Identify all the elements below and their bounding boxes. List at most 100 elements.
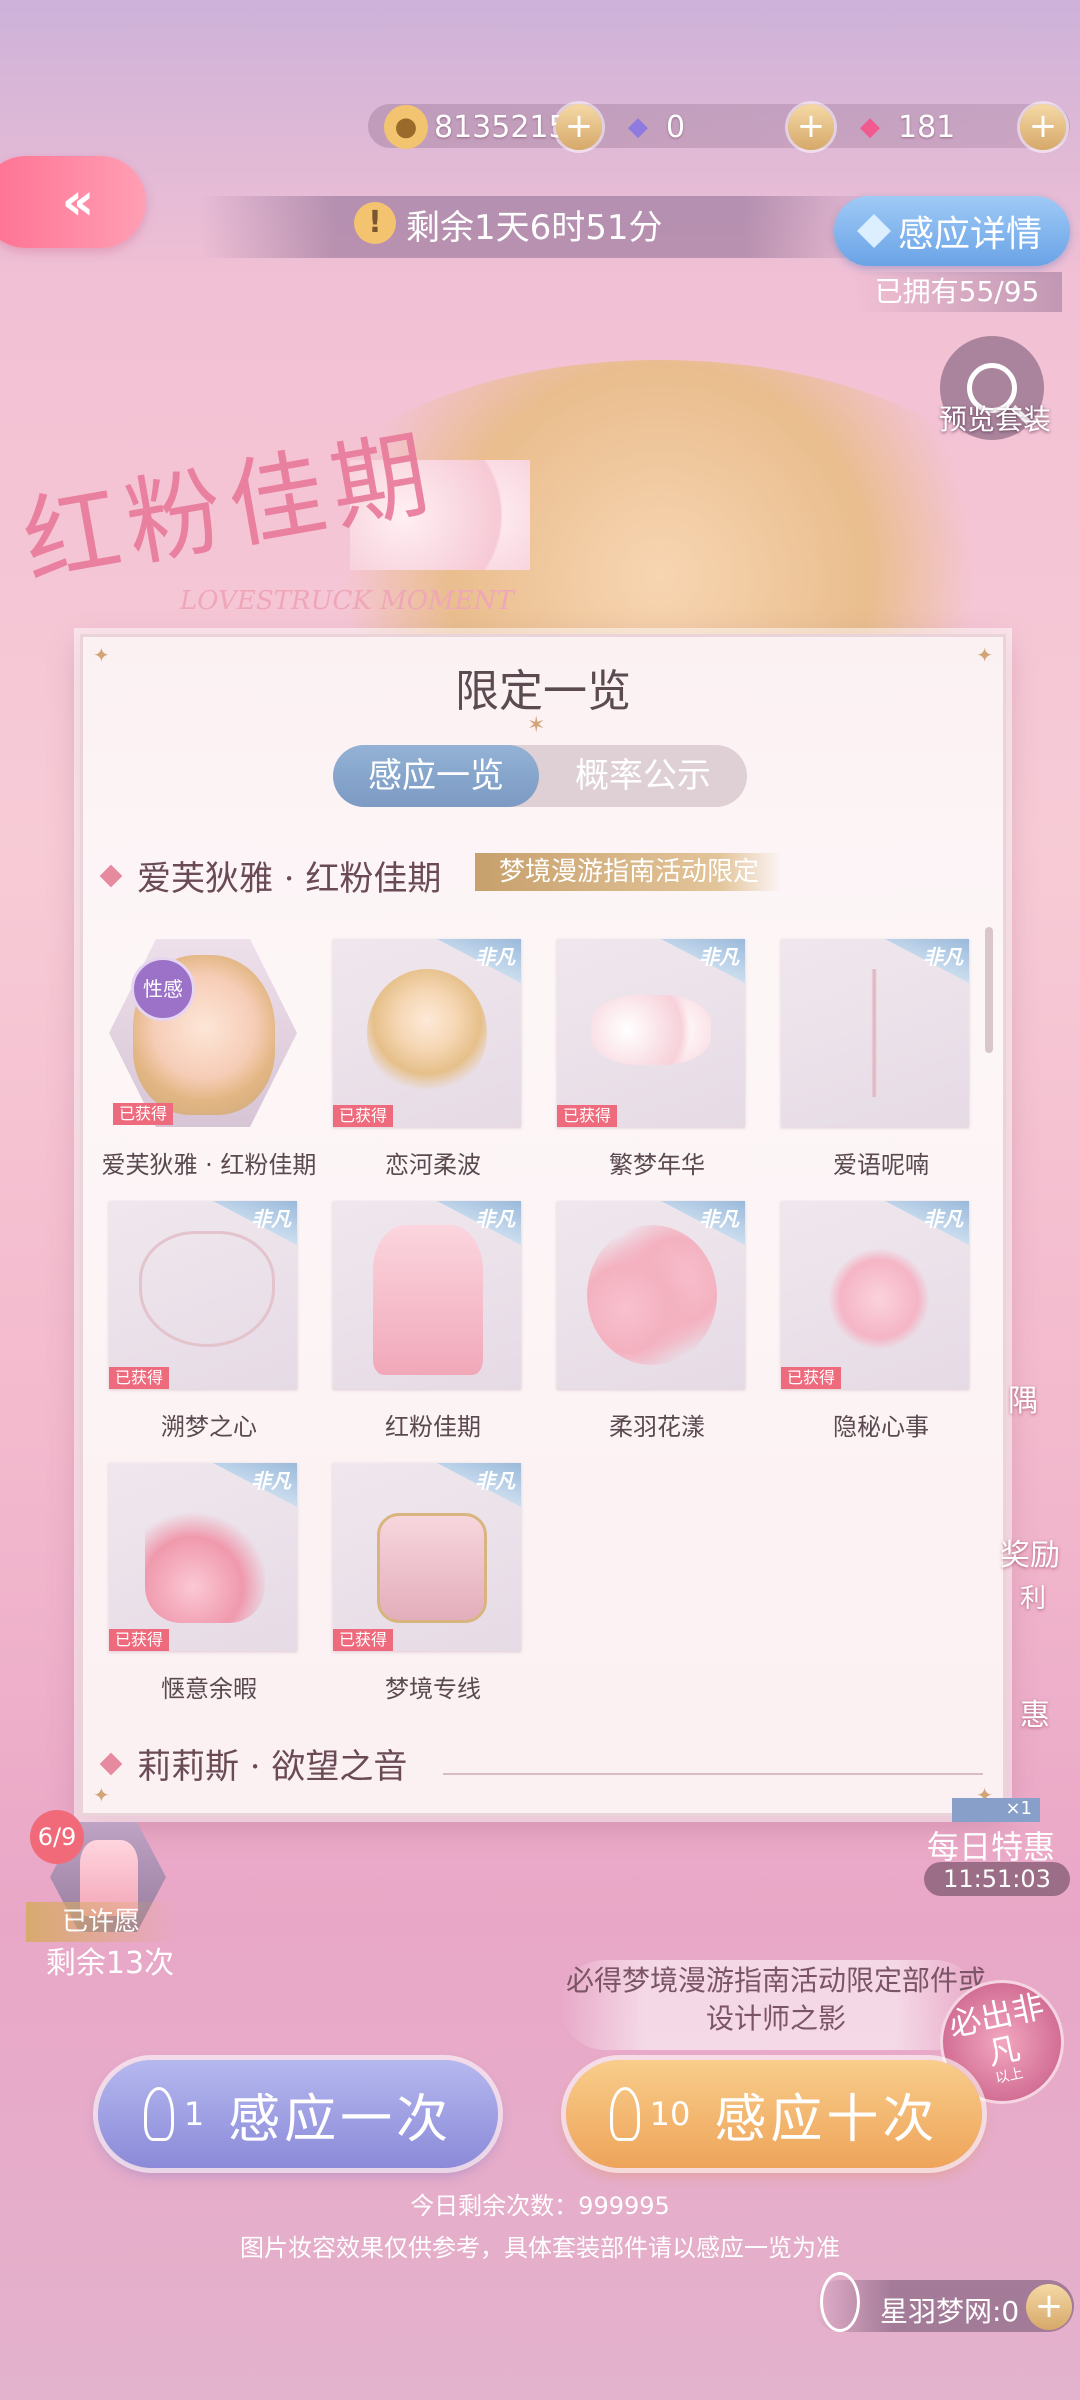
item-label: 繁梦年华 xyxy=(609,1151,705,1179)
owned-count: 已拥有55/95 xyxy=(852,272,1062,312)
side-benefit-text[interactable]: 利 xyxy=(1020,1578,1046,1615)
obtained-badge: 已获得 xyxy=(333,1105,394,1127)
diamond-amount: 0 xyxy=(666,109,686,145)
rarity-label: 非凡 xyxy=(699,1207,739,1231)
guarantee-text: 必得梦境漫游指南活动限定部件或设计师之影 xyxy=(566,1964,987,2035)
item-card: 非凡 xyxy=(333,1201,521,1389)
item-telephone[interactable]: 非凡 已获得 梦境专线 xyxy=(325,1463,525,1703)
item-card: 非凡 已获得 xyxy=(333,939,521,1127)
diamond-currency: ◆ 0 xyxy=(616,100,685,154)
crystal-icon: ◆ xyxy=(860,112,880,142)
item-card: 非凡 已获得 xyxy=(781,1201,969,1389)
item-necklace[interactable]: 非凡 已获得 溯梦之心 xyxy=(101,1201,301,1441)
section-header: 莉莉斯 · 欲望之音 xyxy=(99,1739,407,1788)
detail-button-label: 感应详情 xyxy=(897,214,1042,255)
tab-switcher: 感应一览 概率公示 xyxy=(333,745,747,807)
item-hairpiece[interactable]: 非凡 已获得 繁梦年华 xyxy=(549,939,749,1179)
item-earrings[interactable]: 非凡 爱语呢喃 xyxy=(773,939,973,1179)
rarity-label: 非凡 xyxy=(475,1469,515,1493)
item-overlay: 已获得 xyxy=(109,939,297,1127)
side-reward-text[interactable]: 奖励 xyxy=(1000,1530,1060,1574)
item-card: 非凡 已获得 xyxy=(109,1463,297,1651)
remaining-time: 剩余1天6时51分 xyxy=(406,208,663,248)
diamond-bullet-icon xyxy=(99,864,123,887)
item-secret[interactable]: 非凡 已获得 隐秘心事 xyxy=(773,1201,973,1441)
draw-once-button[interactable]: 1 感应一次 xyxy=(98,2060,498,2168)
hair-art xyxy=(367,969,487,1097)
obtained-badge: 已获得 xyxy=(113,1103,174,1125)
side-discount-text[interactable]: 惠 xyxy=(1020,1690,1050,1734)
rarity-label: 非凡 xyxy=(475,1207,515,1231)
wish-count-badge: 6/9 xyxy=(30,1810,84,1864)
draw-ten-button[interactable]: 10 感应十次 xyxy=(566,2060,982,2168)
gold-currency: ● 8135215 xyxy=(384,100,568,154)
shoes-art xyxy=(145,1503,265,1623)
scrollbar[interactable] xyxy=(985,927,993,1053)
disclaimer-text: 图片妆容效果仅供参考，具体套装部件请以感应一览为准 xyxy=(240,2234,840,2262)
rarity-label: 非凡 xyxy=(475,945,515,969)
tab-probability[interactable]: 概率公示 xyxy=(539,745,747,807)
cat-coin-icon: ● xyxy=(384,105,428,149)
detail-button[interactable]: 感应详情 xyxy=(834,196,1070,266)
section-divider xyxy=(443,1773,983,1775)
daily-count-badge: ×1 xyxy=(952,1798,1040,1822)
gold-amount: 8135215 xyxy=(434,109,568,145)
item-dress[interactable]: 非凡 红粉佳期 xyxy=(325,1201,525,1441)
item-label: 梦境专线 xyxy=(385,1675,481,1703)
add-gold-button[interactable]: + xyxy=(556,104,602,150)
rarity-label: 非凡 xyxy=(923,945,963,969)
earring-art xyxy=(831,969,921,1097)
item-card: 非凡 已获得 xyxy=(333,1463,521,1651)
dreamnet-count: 星羽梦网:0 xyxy=(880,2295,1020,2328)
wish-remaining: 剩余13次 xyxy=(45,1946,175,1981)
telephone-art xyxy=(377,1513,487,1623)
obtained-badge: 已获得 xyxy=(109,1629,170,1651)
obtained-badge: 已获得 xyxy=(557,1105,618,1127)
diamond-icon xyxy=(857,214,891,248)
exclamation-icon: ! xyxy=(354,202,396,244)
draw-once-label: 感应一次 xyxy=(228,2089,453,2150)
item-label: 溯梦之心 xyxy=(161,1413,257,1441)
back-button[interactable]: ‹‹ xyxy=(0,156,146,248)
item-label: 惬意余暇 xyxy=(161,1675,257,1703)
dialog-title: 限定一览 xyxy=(455,666,631,717)
preview-outfit-label[interactable]: 预览套装 xyxy=(930,398,1060,438)
diamond-bullet-icon xyxy=(99,1752,123,1775)
add-diamond-button[interactable]: + xyxy=(788,104,834,150)
item-shoes[interactable]: 非凡 已获得 惬意余暇 xyxy=(101,1463,301,1703)
event-limited-tag: 梦境漫游指南活动限定 xyxy=(475,853,782,891)
diamond-icon: ◆ xyxy=(628,112,648,142)
draw-ten-cost: 10 xyxy=(649,2095,691,2133)
event-title-en: LOVESTRUCK MOMENT xyxy=(180,586,514,616)
add-crystal-button[interactable]: + xyxy=(1020,104,1066,150)
pompom-art xyxy=(829,1249,929,1349)
limited-list-dialog: ✦ ✦ ✦ ✦ 限定一览 ✶ 感应一览 概率公示 爱芙狄雅 · 红粉佳期 梦境漫… xyxy=(80,634,1006,1816)
item-card: 非凡 xyxy=(781,939,969,1127)
double-chevron-left-icon: ‹‹ xyxy=(61,172,95,232)
remaining-today: 今日剩余次数：999995 xyxy=(410,2192,670,2220)
side-banner-text[interactable]: 隅 xyxy=(1008,1376,1038,1420)
crystal-currency: ◆ 181 xyxy=(848,100,955,154)
item-card: 非凡 xyxy=(557,1201,745,1389)
item-outfit[interactable]: 性感 已获得 爱芙狄雅 · 红粉佳期 xyxy=(101,939,316,1179)
rarity-label: 非凡 xyxy=(251,1207,291,1231)
crystal-amount: 181 xyxy=(898,109,956,145)
dreamcatcher-icon xyxy=(143,2087,174,2141)
draw-ten-label: 感应十次 xyxy=(714,2089,939,2150)
add-dreamnet-button[interactable]: + xyxy=(1026,2284,1072,2330)
dreamcatcher-icon xyxy=(820,2272,860,2332)
item-card: 非凡 已获得 xyxy=(557,939,745,1127)
feather-art xyxy=(587,1225,717,1365)
item-label: 爱芙狄雅 · 红粉佳期 xyxy=(101,1151,317,1179)
tab-draw-list[interactable]: 感应一览 xyxy=(333,745,539,807)
rarity-label: 非凡 xyxy=(699,945,739,969)
bow-art xyxy=(591,995,711,1065)
necklace-art xyxy=(139,1231,275,1347)
item-label: 恋河柔波 xyxy=(385,1151,481,1179)
item-label: 爱语呢喃 xyxy=(833,1151,929,1179)
dreamcatcher-icon xyxy=(609,2087,640,2141)
item-feather-scarf[interactable]: 非凡 柔羽花漾 xyxy=(549,1201,749,1441)
item-hair[interactable]: 非凡 已获得 恋河柔波 xyxy=(325,939,525,1179)
section-title: 爱芙狄雅 · 红粉佳期 xyxy=(137,859,442,899)
obtained-badge: 已获得 xyxy=(109,1367,170,1389)
